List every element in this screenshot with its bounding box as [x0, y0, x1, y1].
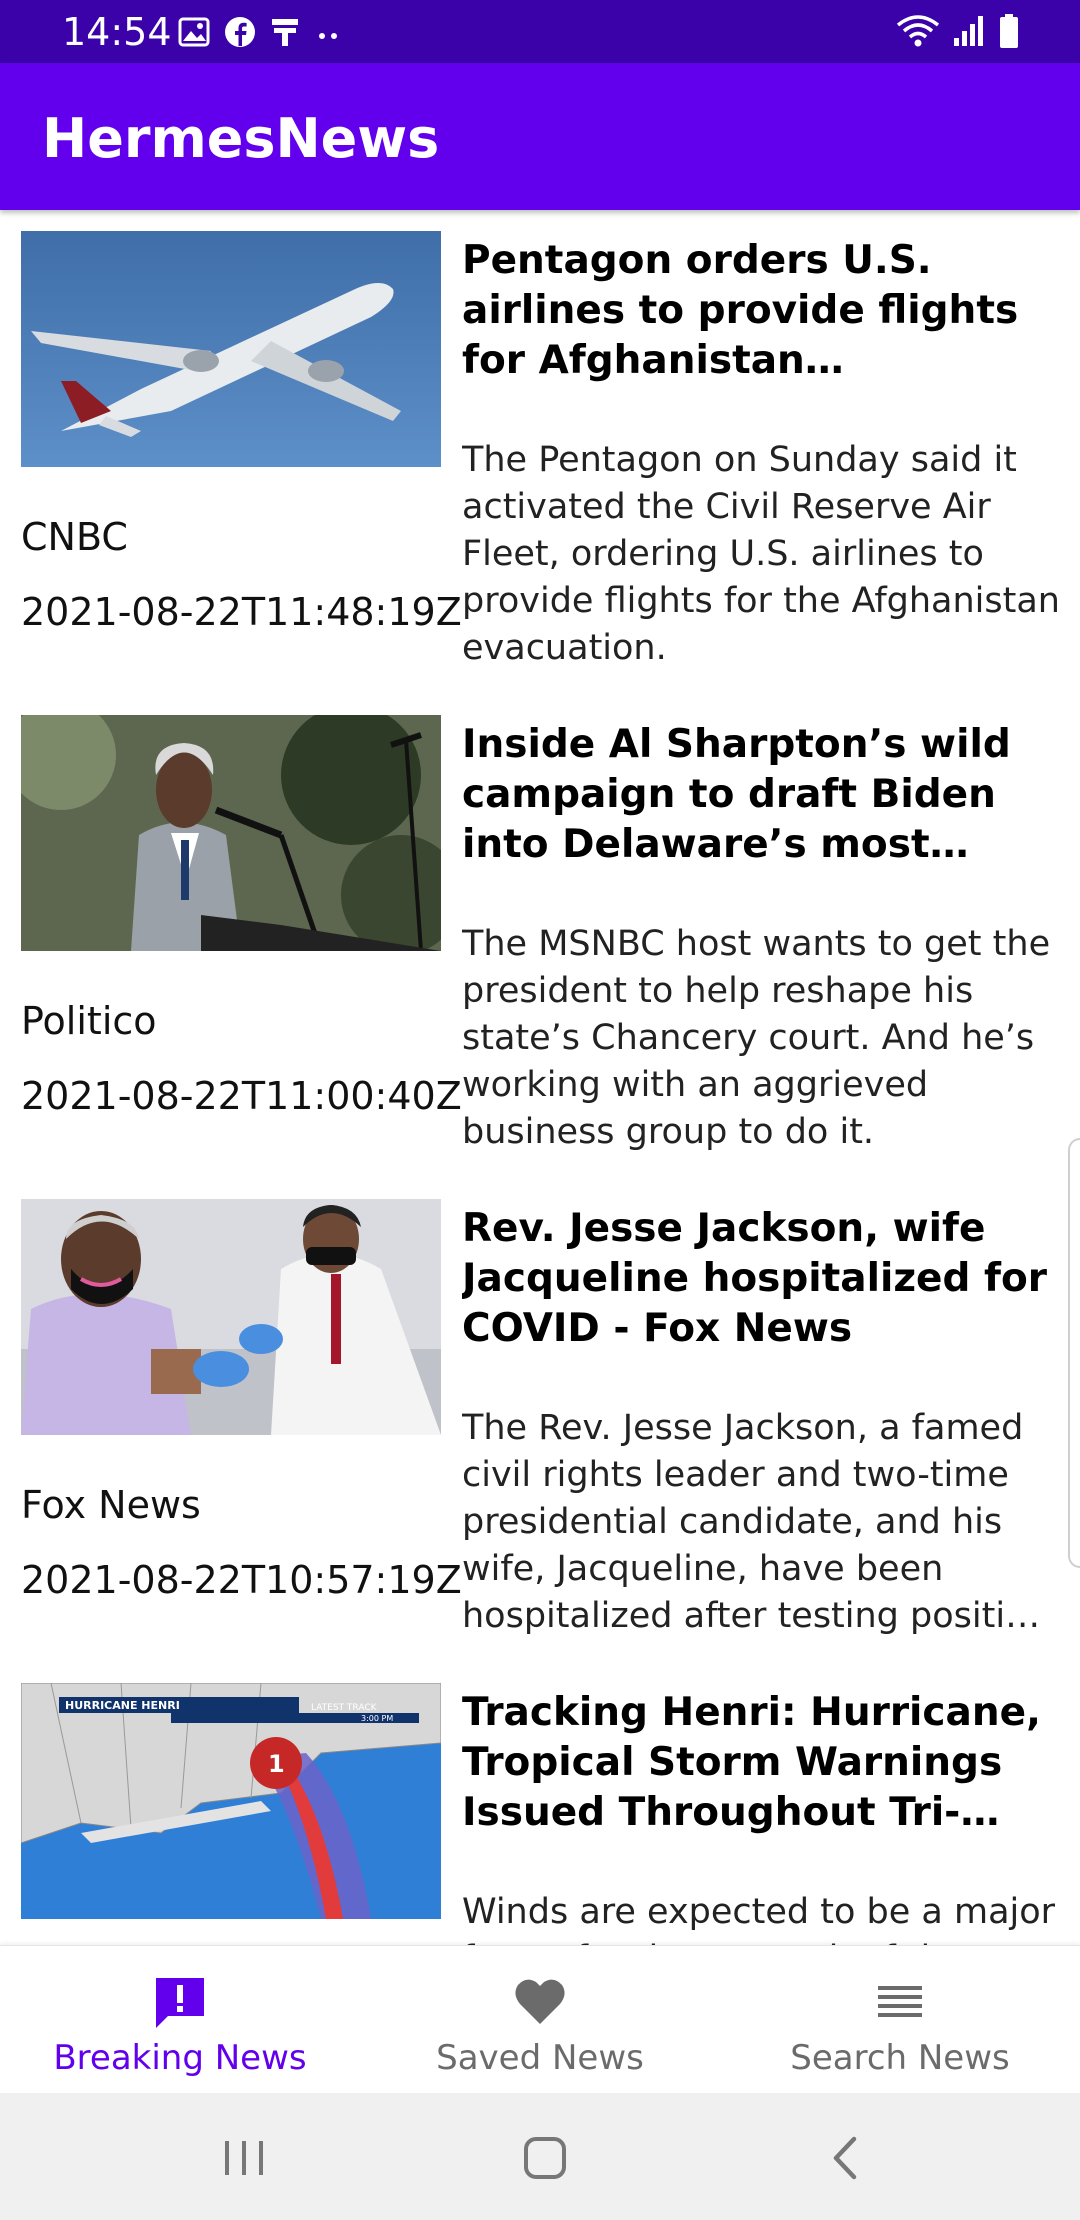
article-description: Winds are expected to be a major factor … [462, 1892, 1056, 1945]
article-image-airplane [21, 231, 441, 467]
article-item[interactable]: Rev. Jesse Jackson, wife Jacqueline hosp… [0, 1178, 1080, 1662]
nav-label: Saved News [436, 2038, 644, 2078]
back-icon[interactable] [812, 2123, 882, 2193]
article-date: 2021-08-22T11:48:19Z [21, 590, 462, 634]
more-dots-icon [319, 33, 337, 39]
article-date: 2021-08-22T11:00:40Z [21, 1074, 462, 1118]
status-time: 14:54 [62, 10, 172, 54]
nav-label: Search News [790, 2038, 1010, 2078]
breaking-news-icon [156, 1978, 204, 2028]
article-description: The Rev. Jesse Jackson, a famed civil ri… [462, 1408, 1048, 1636]
app-bar: HermesNews [0, 63, 1080, 210]
bookmark-icon [272, 19, 298, 46]
search-list-icon [878, 1986, 922, 2017]
article-description: The Pentagon on Sunday said it activated… [462, 440, 1060, 668]
notification-icons [178, 14, 344, 50]
map-track-label: LATEST TRACK [311, 1703, 378, 1713]
article-title: Tracking Henri: Hurricane, Tropical Stor… [462, 1690, 1041, 1835]
article-item[interactable]: Pentagon orders U.S. airlines to provide… [0, 210, 1080, 694]
article-source: CNBC [21, 515, 128, 559]
article-title: Inside Al Sharpton’s wild campaign to dr… [462, 722, 1011, 867]
map-banner-text: HURRICANE HENRI [65, 1699, 180, 1712]
nav-breaking-news[interactable]: Breaking News [0, 1946, 360, 2094]
signal-icon [954, 16, 983, 46]
article-image-speaker [21, 715, 441, 951]
nav-label: Breaking News [53, 2038, 307, 2078]
map-time-label: 3:00 PM [361, 1714, 393, 1723]
article-item[interactable]: Inside Al Sharpton’s wild campaign to dr… [0, 694, 1080, 1178]
system-status-icons [896, 12, 1020, 50]
nav-search-news[interactable]: Search News [720, 1946, 1080, 2094]
bottom-navigation: Breaking News Saved News Search News [0, 1945, 1080, 2093]
nav-saved-news[interactable]: Saved News [360, 1946, 720, 2094]
article-date: 2021-08-22T10:57:19Z [21, 1558, 462, 1602]
home-icon[interactable] [510, 2123, 580, 2193]
article-item[interactable]: HURRICANE HENRI LATEST TRACK 3:00 PM 1 T… [0, 1662, 1080, 1945]
article-title: Pentagon orders U.S. airlines to provide… [462, 238, 1019, 383]
recents-icon[interactable] [209, 2123, 279, 2193]
heart-icon [515, 1979, 565, 2024]
article-description: The MSNBC host wants to get the presiden… [462, 924, 1051, 1152]
app-title: HermesNews [42, 107, 440, 170]
scroll-edge-handle[interactable] [1068, 1138, 1080, 1568]
battery-icon [1000, 14, 1018, 48]
system-navigation-bar [0, 2093, 1080, 2220]
news-list[interactable]: Pentagon orders U.S. airlines to provide… [0, 210, 1080, 1945]
article-image-vaccination [21, 1199, 441, 1435]
article-source: Politico [21, 999, 157, 1043]
article-image-hurricane-map: HURRICANE HENRI LATEST TRACK 3:00 PM 1 [21, 1683, 441, 1919]
facebook-icon [225, 17, 255, 47]
wifi-icon [896, 15, 940, 47]
hurricane-category-label: 1 [268, 1750, 285, 1778]
article-title: Rev. Jesse Jackson, wife Jacqueline hosp… [462, 1206, 1047, 1351]
image-icon [178, 17, 210, 47]
article-source: Fox News [21, 1483, 201, 1527]
status-bar: 14:54 [0, 0, 1080, 63]
